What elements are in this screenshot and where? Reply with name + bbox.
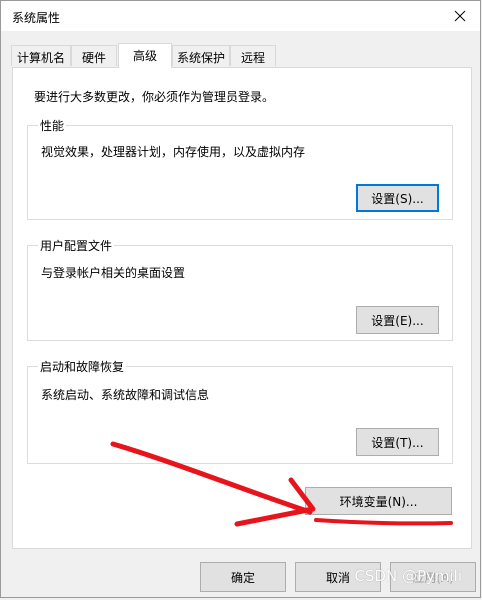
window-title: 系统属性 [12, 11, 61, 25]
button-label: 环境变量(N)... [339, 494, 418, 509]
performance-desc: 视觉效果，处理器计划，内存使用，以及虚拟内存 [41, 145, 306, 159]
startup-recovery-settings-button[interactable]: 设置(T)... [356, 428, 439, 456]
tab-system-protection[interactable]: 系统保护 [172, 45, 230, 66]
tab-label: 高级 [132, 49, 157, 63]
tab-hardware[interactable]: 硬件 [71, 45, 117, 66]
tab-label: 系统保护 [176, 51, 225, 65]
watermark: CSDN @Pymili [354, 567, 462, 585]
tab-label: 远程 [240, 51, 265, 65]
startup-recovery-group: 启动和故障恢复 系统启动、系统故障和调试信息 设置(T)... [27, 358, 453, 464]
tab-label: 硬件 [81, 51, 106, 65]
performance-group: 性能 视觉效果，处理器计划，内存使用，以及虚拟内存 设置(S)... [27, 117, 453, 220]
performance-label: 性能 [38, 117, 67, 134]
system-properties-dialog: 系统属性 计算机名 硬件 高级 系统保护 远程 要进行大多数更改，你必须作为管理… [0, 0, 481, 598]
tab-computer-name[interactable]: 计算机名 [11, 45, 71, 66]
performance-settings-button[interactable]: 设置(S)... [356, 184, 439, 212]
title-bar: 系统属性 [1, 1, 480, 31]
advanced-panel: 要进行大多数更改，你必须作为管理员登录。 性能 视觉效果，处理器计划，内存使用，… [12, 67, 472, 549]
ok-button[interactable]: 确定 [200, 562, 286, 592]
tab-label: 计算机名 [16, 51, 65, 65]
user-profiles-settings-button[interactable]: 设置(E)... [356, 306, 439, 334]
user-profiles-label: 用户配置文件 [38, 237, 115, 254]
button-label: 取消 [325, 570, 350, 585]
tab-advanced[interactable]: 高级 [118, 43, 172, 68]
button-label: 确定 [230, 570, 255, 585]
close-button[interactable] [446, 3, 474, 29]
button-label: 设置(S)... [371, 191, 424, 206]
tab-remote[interactable]: 远程 [230, 45, 276, 66]
button-label: 设置(E)... [371, 313, 424, 328]
user-profiles-desc: 与登录帐户相关的桌面设置 [41, 266, 186, 280]
close-icon [454, 10, 466, 22]
environment-variables-button[interactable]: 环境变量(N)... [305, 487, 452, 515]
admin-note: 要进行大多数更改，你必须作为管理员登录。 [34, 90, 275, 104]
startup-recovery-desc: 系统启动、系统故障和调试信息 [41, 388, 210, 402]
button-label: 设置(T)... [371, 435, 424, 450]
startup-recovery-label: 启动和故障恢复 [38, 358, 127, 375]
user-profiles-group: 用户配置文件 与登录帐户相关的桌面设置 设置(E)... [27, 237, 453, 341]
